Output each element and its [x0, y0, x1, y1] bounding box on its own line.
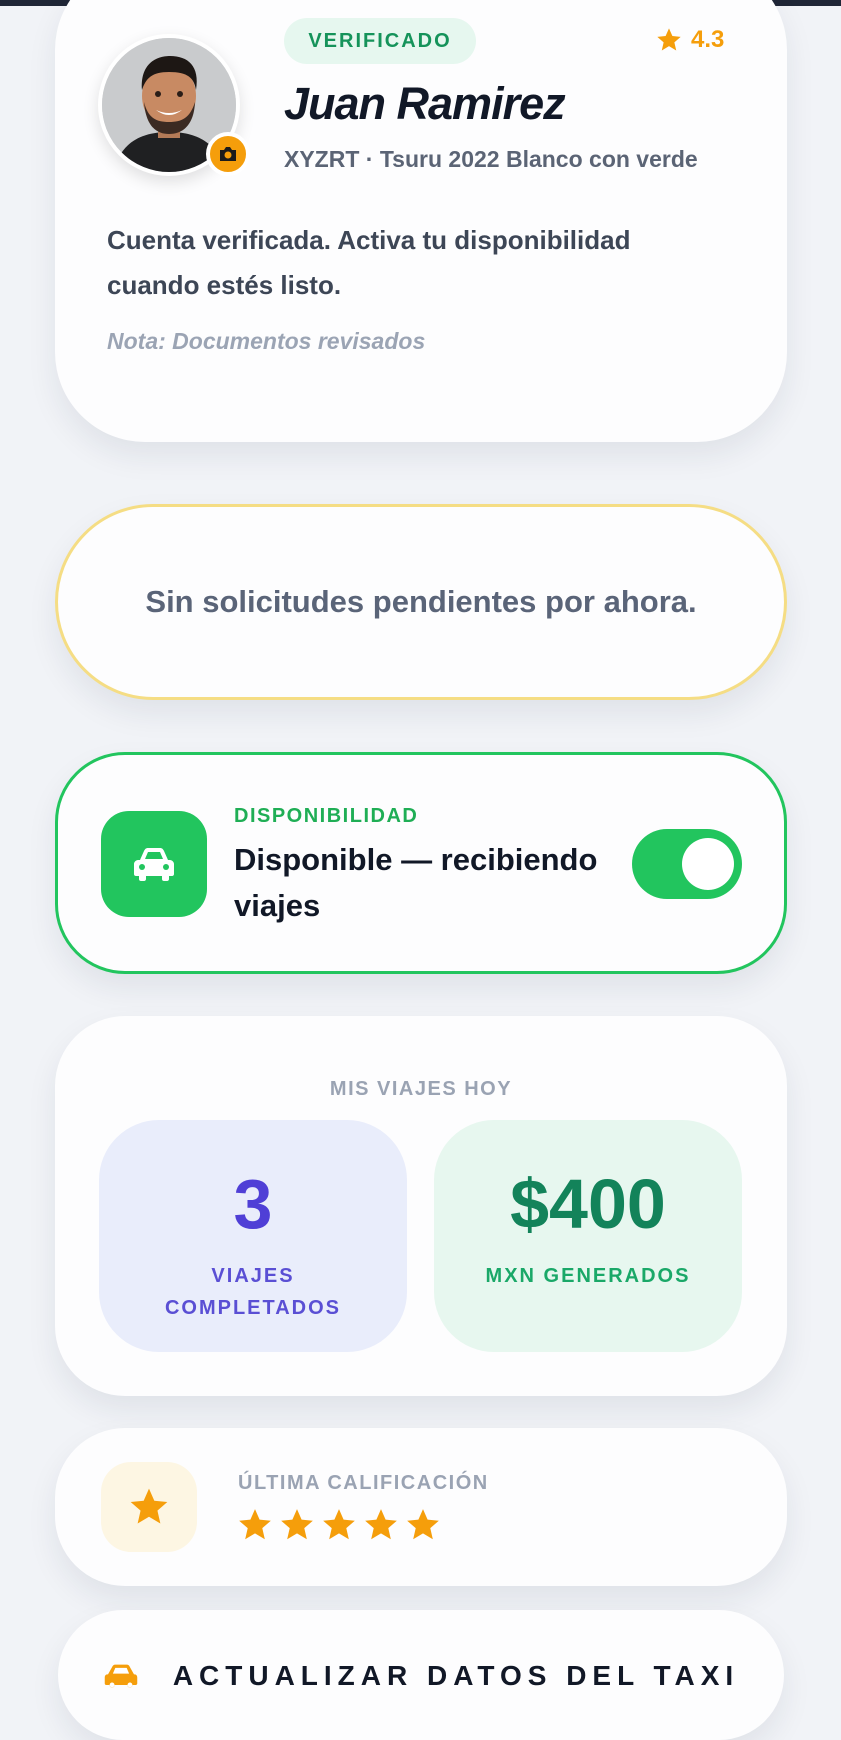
vehicle-info: XYZRT · Tsuru 2022 Blanco con verde [284, 146, 698, 172]
availability-status: Disponible — recibiendo viajes [234, 842, 598, 923]
star-icon [101, 1462, 197, 1552]
completed-trips-value: 3 [233, 1165, 273, 1243]
rating-star-icon [281, 1509, 313, 1540]
account-status-text: Cuenta verificada. Activa tu disponibili… [107, 225, 631, 300]
pending-requests-card: Sin solicitudes pendientes por ahora. [55, 504, 787, 700]
rating-star-icon [365, 1509, 397, 1540]
pending-requests-message: Sin solicitudes pendientes por ahora. [145, 584, 697, 619]
driver-rating: 4.3 [655, 26, 724, 54]
rating-value: 4.3 [691, 26, 725, 53]
update-taxi-data-button[interactable]: ACTUALIZAR DATOS DEL TAXI [58, 1610, 784, 1740]
earnings-value: $400 [510, 1165, 666, 1243]
last-rating-stars [236, 1506, 442, 1544]
camera-icon[interactable] [206, 132, 250, 176]
taxi-icon [104, 1664, 138, 1688]
update-taxi-data-label: ACTUALIZAR DATOS DEL TAXI [172, 1660, 740, 1691]
avatar-container[interactable] [98, 34, 250, 176]
availability-label: DISPONIBILIDAD [234, 805, 419, 827]
driver-name: Juan Ramirez [284, 78, 566, 129]
availability-toggle[interactable] [632, 829, 742, 899]
car-icon [101, 811, 207, 917]
today-stats-card: MIS VIAJES HOY 3 VIAJES COMPLETADOS $400… [55, 1016, 787, 1396]
rating-star-icon [407, 1509, 439, 1540]
completed-trips-tile: 3 VIAJES COMPLETADOS [99, 1120, 407, 1352]
stats-title: MIS VIAJES HOY [329, 1078, 513, 1100]
last-rating-card: ÚLTIMA CALIFICACIÓN [55, 1428, 787, 1586]
availability-card: DISPONIBILIDAD Disponible — recibiendo v… [55, 752, 787, 974]
verified-badge: VERIFICADO [284, 18, 476, 64]
star-icon [657, 28, 681, 51]
rating-star-icon [239, 1509, 271, 1540]
completed-trips-label: VIAJES COMPLETADOS [164, 1265, 342, 1319]
profile-content: VERIFICADO 4.3 Juan Ramirez XYZRT · Tsur… [0, 0, 841, 450]
last-rating-label: ÚLTIMA CALIFICACIÓN [238, 1472, 489, 1494]
rating-star-icon [323, 1509, 355, 1540]
account-note: Nota: Documentos revisados [107, 328, 426, 354]
earnings-tile: $400 MXN GENERADOS [434, 1120, 742, 1352]
earnings-label: MXN GENERADOS [485, 1265, 691, 1287]
toggle-knob [682, 838, 734, 890]
